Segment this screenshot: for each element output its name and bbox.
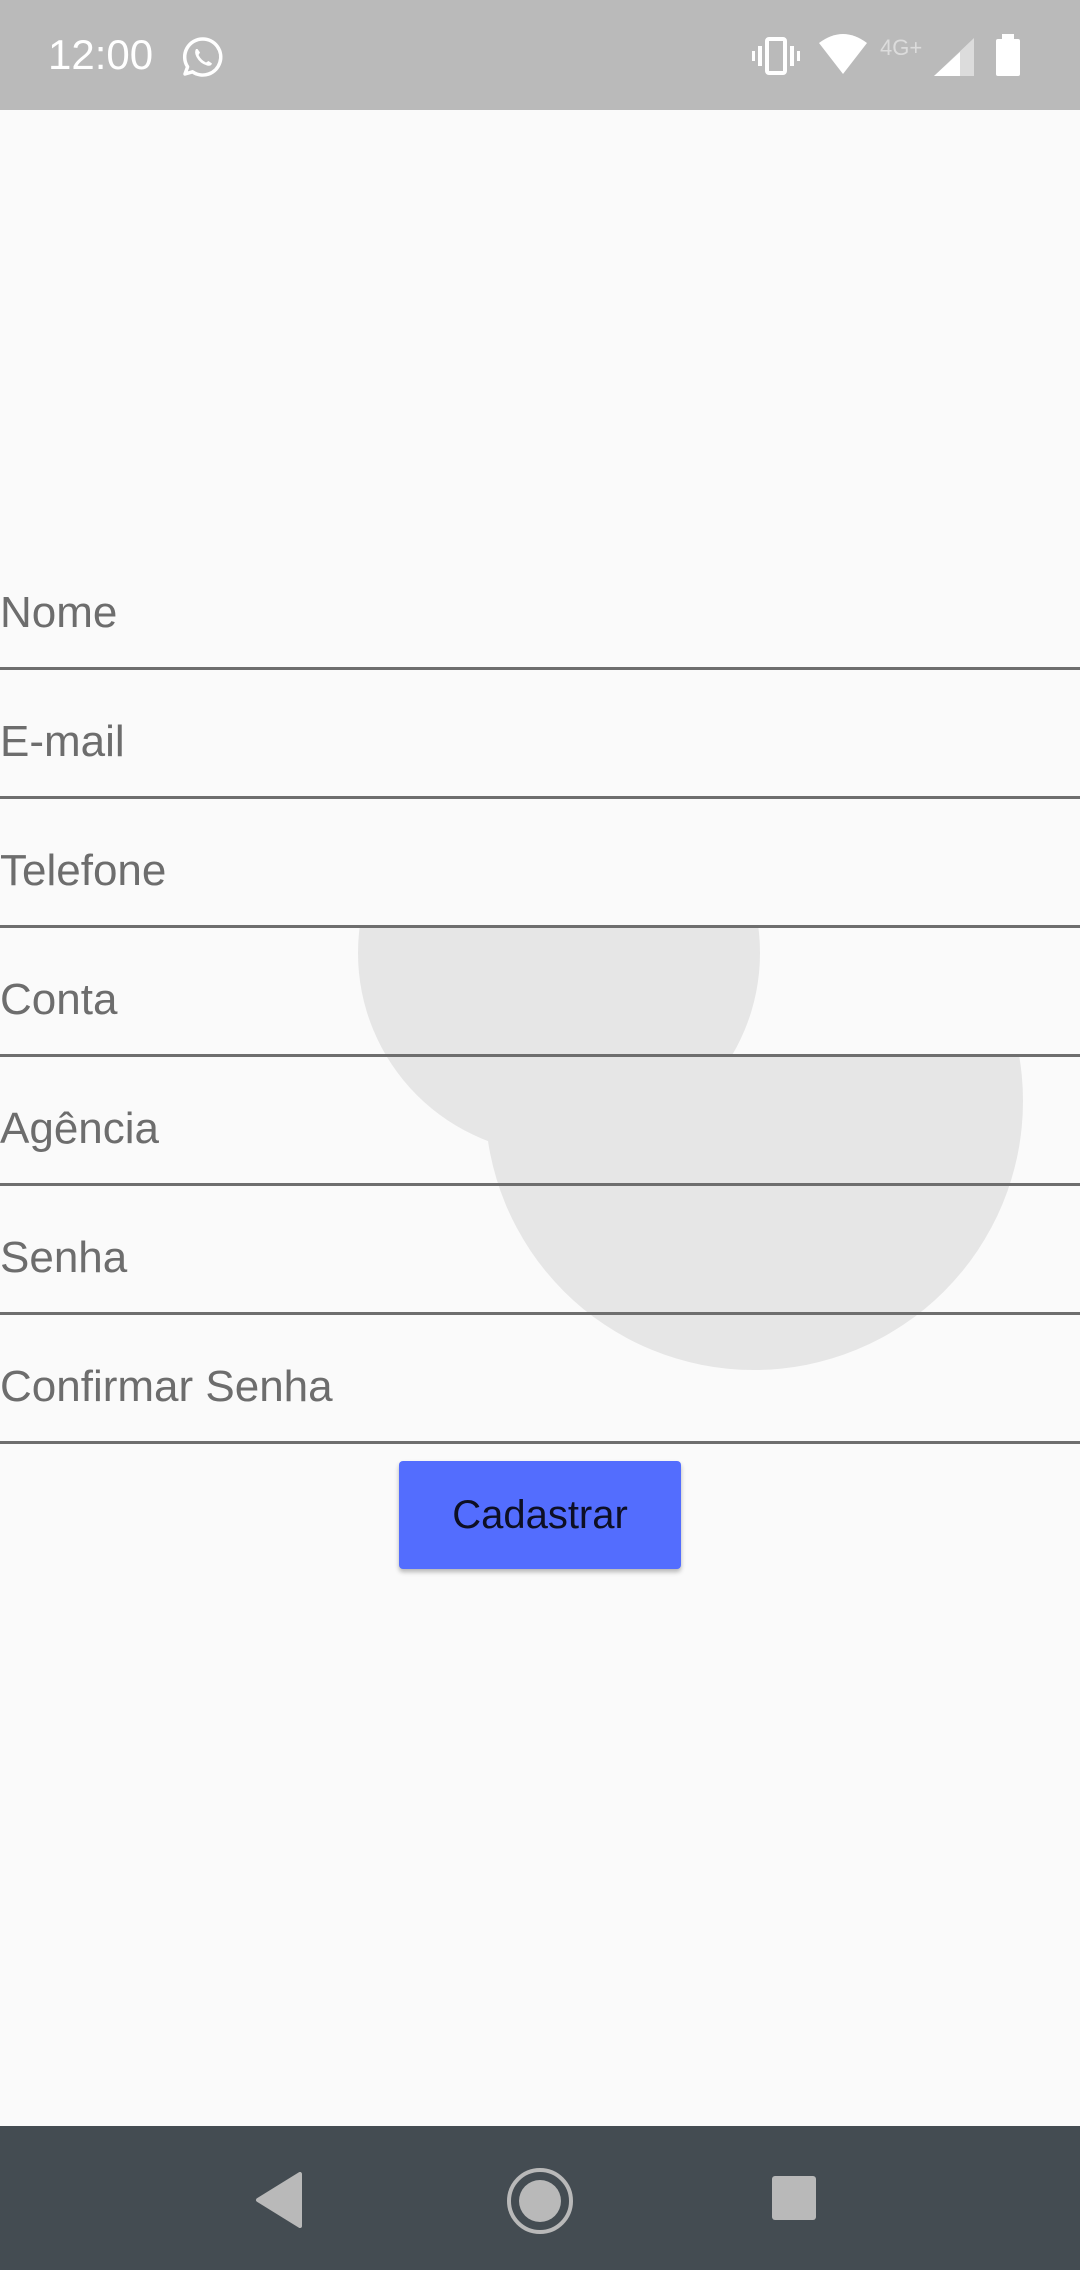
confirmar-senha-input[interactable] (0, 1347, 1080, 1441)
senha-input[interactable] (0, 1218, 1080, 1312)
email-input[interactable] (0, 702, 1080, 796)
status-bar: 12:00 4G+ (0, 0, 1080, 110)
wifi-icon (819, 34, 867, 74)
vibrate-icon (752, 37, 800, 75)
whatsapp-icon (182, 37, 223, 77)
agencia-field (0, 1059, 1080, 1186)
nome-input[interactable] (0, 573, 1080, 667)
agencia-input[interactable] (0, 1089, 1080, 1183)
home-icon[interactable] (505, 2166, 575, 2236)
recents-icon[interactable] (771, 2175, 817, 2221)
battery-icon (996, 34, 1020, 76)
conta-field (0, 930, 1080, 1057)
confirmar-senha-field (0, 1317, 1080, 1444)
nome-field (0, 543, 1080, 670)
status-time: 12:00 (48, 31, 154, 78)
back-icon[interactable] (254, 2172, 304, 2228)
email-field (0, 672, 1080, 799)
network-type-label: 4G+ (880, 35, 923, 60)
telefone-input[interactable] (0, 831, 1080, 925)
navigation-bar (0, 2126, 1080, 2270)
conta-input[interactable] (0, 960, 1080, 1054)
signal-icon (934, 38, 974, 76)
senha-field (0, 1188, 1080, 1315)
telefone-field (0, 801, 1080, 928)
cadastrar-button[interactable]: Cadastrar (399, 1461, 681, 1569)
